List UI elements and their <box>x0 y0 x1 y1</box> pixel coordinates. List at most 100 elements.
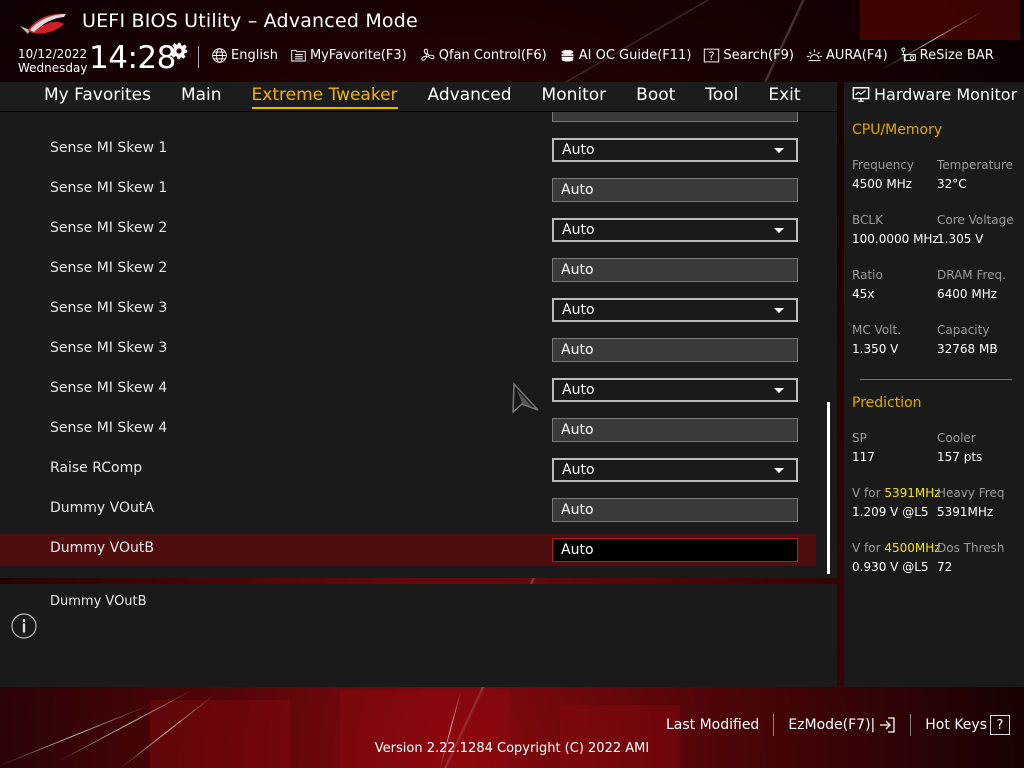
setting-label: Dummy VOutB <box>50 540 154 556</box>
setting-row[interactable]: Sense MI Skew 3 Auto <box>0 334 816 366</box>
settings-list: Sense MI Skew 1 Auto Sense MI Skew 1 Aut… <box>0 112 837 578</box>
info-icon <box>11 613 37 639</box>
hot-keys-button[interactable]: Hot Keys ? <box>911 715 1024 735</box>
hot-keys-label: Hot Keys <box>925 717 987 733</box>
hw-key-prefix: V for <box>852 541 885 555</box>
search-button[interactable]: ? Search(F9) <box>703 47 794 64</box>
chevron-down-icon <box>774 228 784 233</box>
monitor-icon <box>852 86 870 102</box>
setting-input[interactable]: Auto <box>552 258 798 282</box>
tab-tool[interactable]: Tool <box>705 85 738 109</box>
setting-label: Sense MI Skew 4 <box>50 420 168 436</box>
hw-key: Heavy Freq <box>937 486 1005 500</box>
setting-row[interactable]: Sense MI Skew 4 Auto <box>0 414 816 446</box>
setting-row[interactable]: Sense MI Skew 1 Auto <box>0 134 816 166</box>
cpu-memory-heading: CPU/Memory <box>852 122 943 138</box>
hw-value: 45x <box>852 287 875 301</box>
setting-row[interactable]: Sense MI Skew 2 Auto <box>0 214 816 246</box>
hardware-monitor-title-text: Hardware Monitor <box>874 85 1018 104</box>
setting-row[interactable]: Sense MI Skew 4 Auto <box>0 374 816 406</box>
setting-dropdown[interactable]: Auto <box>552 218 798 242</box>
question-box-icon: ? <box>704 48 720 63</box>
chevron-down-icon <box>774 468 784 473</box>
question-box-icon: ? <box>990 715 1010 735</box>
hw-key: DRAM Freq. <box>937 268 1006 282</box>
resize-bar-button[interactable]: ReSize BAR <box>900 47 994 64</box>
header-divider <box>198 46 199 68</box>
setting-dropdown[interactable]: Auto <box>552 298 798 322</box>
hw-key: Dos Thresh <box>937 541 1005 555</box>
setting-input[interactable]: Auto <box>552 338 798 362</box>
setting-row[interactable]: Sense MI Skew 2 Auto <box>0 254 816 286</box>
setting-row[interactable]: Raise RComp Auto <box>0 454 816 486</box>
tab-monitor[interactable]: Monitor <box>542 85 607 109</box>
chevron-down-icon <box>774 388 784 393</box>
tab-advanced[interactable]: Advanced <box>428 85 512 109</box>
date-display: 10/12/2022 Wednesday <box>18 47 87 75</box>
mouse-cursor-icon <box>512 382 539 414</box>
setting-input[interactable]: Auto <box>552 418 798 442</box>
ai-chip-icon <box>561 49 574 62</box>
gear-icon[interactable] <box>170 42 188 60</box>
setting-label: Sense MI Skew 1 <box>50 180 168 196</box>
qfan-control-button[interactable]: Qfan Control(F6) <box>419 47 547 64</box>
tab-main[interactable]: Main <box>181 85 222 109</box>
tab-boot[interactable]: Boot <box>636 85 675 109</box>
ai-oc-guide-button[interactable]: AI OC Guide(F11) <box>559 47 692 64</box>
favorite-list-icon <box>291 49 306 62</box>
fan-icon <box>421 48 435 61</box>
qfan-control-label: Qfan Control(F6) <box>438 48 547 63</box>
hw-value: 1.209 V @L5 <box>852 505 929 519</box>
setting-dropdown[interactable]: Auto <box>552 138 798 162</box>
setting-row[interactable]: Sense MI Skew 3 Auto <box>0 294 816 326</box>
rog-logo-icon <box>20 13 66 34</box>
dropdown-value: Auto <box>562 142 595 158</box>
setting-input-active[interactable]: Auto <box>552 538 798 562</box>
dropdown-value: Auto <box>562 222 595 238</box>
setting-dropdown[interactable]: Auto <box>552 458 798 482</box>
setting-input[interactable]: Auto <box>552 498 798 522</box>
hw-value: 5391MHz <box>937 505 994 519</box>
language-label: English <box>231 48 278 63</box>
setting-row[interactable]: Dummy VOutA Auto <box>0 494 816 526</box>
search-label: Search(F9) <box>723 48 794 63</box>
header: UEFI BIOS Utility – Advanced Mode 10/12/… <box>0 0 1024 82</box>
ezmode-label: EzMode(F7)| <box>788 717 876 733</box>
setting-label: Sense MI Skew 1 <box>50 140 168 156</box>
language-button[interactable]: English <box>211 47 278 64</box>
aura-button[interactable]: AURA(F4) <box>806 47 888 64</box>
tab-my-favorites[interactable]: My Favorites <box>44 85 151 109</box>
ai-oc-guide-label: AI OC Guide(F11) <box>578 48 692 63</box>
svg-text:?: ? <box>709 50 715 63</box>
main-nav: My Favorites Main Extreme Tweaker Advanc… <box>0 82 837 112</box>
resize-bar-icon <box>901 47 916 62</box>
tab-extreme-tweaker[interactable]: Extreme Tweaker <box>251 85 398 109</box>
setting-input[interactable]: Auto <box>552 178 798 202</box>
clock: 14:28 <box>89 40 176 76</box>
aura-light-icon <box>806 49 823 62</box>
last-modified-button[interactable]: Last Modified <box>652 717 773 733</box>
hw-key: Capacity <box>937 323 990 337</box>
setting-label: Sense MI Skew 3 <box>50 300 168 316</box>
myfavorite-button[interactable]: MyFavorite(F3) <box>290 47 407 64</box>
footer-links: Last Modified EzMode(F7)| Hot Keys ? <box>652 712 1024 738</box>
resize-bar-label: ReSize BAR <box>919 48 994 63</box>
hw-value: 1.350 V <box>852 342 899 356</box>
setting-row[interactable]: Sense MI Skew 1 Auto <box>0 174 816 206</box>
hw-divider <box>860 379 1012 380</box>
setting-row-selected[interactable]: Dummy VOutB Auto <box>0 534 816 566</box>
hw-key: SP <box>852 431 867 445</box>
tab-exit[interactable]: Exit <box>768 85 800 109</box>
version-text: Version 2.22.1284 Copyright (C) 2022 AMI <box>374 741 650 756</box>
dropdown-value: Auto <box>562 382 595 398</box>
tab-bar: My Favorites Main Extreme Tweaker Advanc… <box>44 85 831 109</box>
ezmode-button[interactable]: EzMode(F7)| <box>774 716 910 734</box>
hw-value: 0.930 V @L5 <box>852 560 929 574</box>
hw-value: 117 <box>852 450 875 464</box>
scrollbar-thumb[interactable] <box>827 402 830 574</box>
app-title: UEFI BIOS Utility – Advanced Mode <box>82 10 418 32</box>
myfavorite-label: MyFavorite(F3) <box>309 48 407 63</box>
hw-value: 6400 MHz <box>937 287 998 301</box>
hardware-monitor-panel: Hardware Monitor CPU/Memory Frequency 450… <box>844 82 1024 687</box>
setting-dropdown[interactable]: Auto <box>552 378 798 402</box>
